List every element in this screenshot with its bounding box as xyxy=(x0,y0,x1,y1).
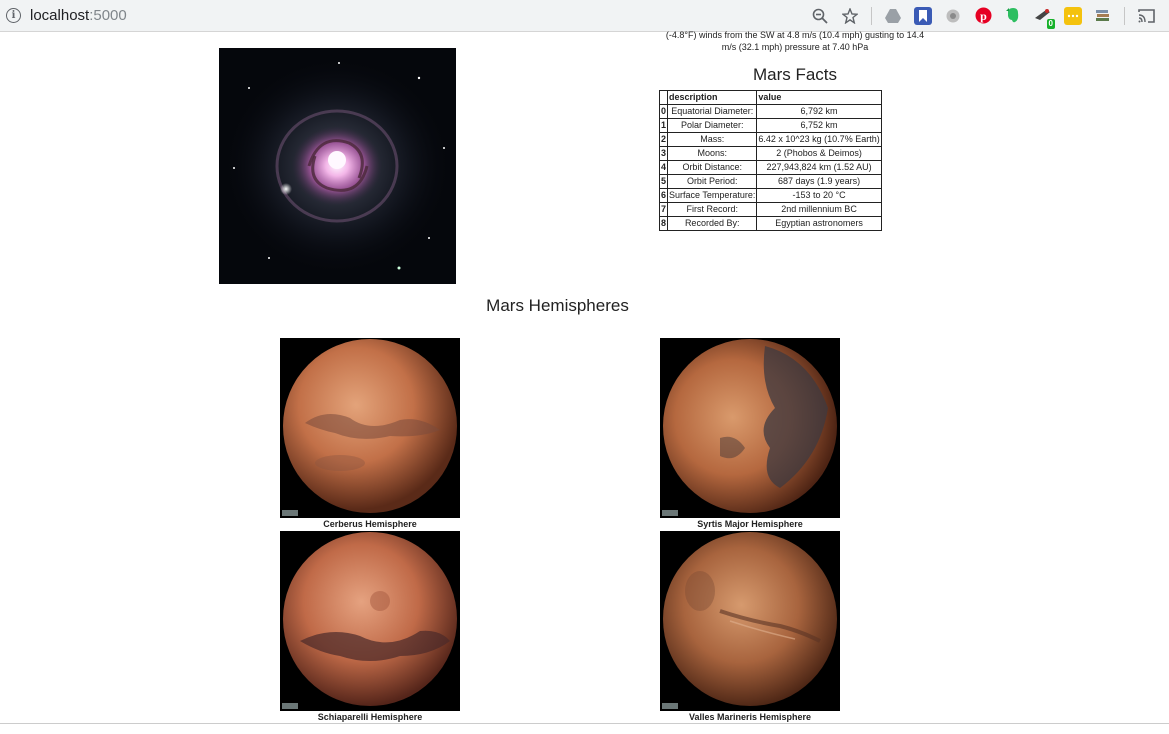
extension-icon[interactable] xyxy=(944,7,962,25)
row-value: -153 to 20 °C xyxy=(756,188,882,203)
mars-globe-image xyxy=(660,338,840,518)
table-row: 0 Equatorial Diameter: 6,792 km xyxy=(658,104,882,119)
mars-globe-image xyxy=(280,531,460,711)
mars-globe-image xyxy=(280,338,460,518)
table-header-index xyxy=(658,90,669,105)
hemisphere-image-valles-marineris[interactable] xyxy=(660,531,840,711)
toolbar-icons: p 0 xyxy=(805,0,1169,31)
row-index: 4 xyxy=(658,160,669,175)
table-row: 5 Orbit Period: 687 days (1.9 years) xyxy=(658,174,882,189)
hemisphere-caption[interactable]: Schiaparelli Hemisphere xyxy=(260,712,480,722)
extension-icon[interactable] xyxy=(1064,6,1082,25)
hemisphere-caption[interactable]: Valles Marineris Hemisphere xyxy=(640,712,860,722)
svg-text:p: p xyxy=(980,9,987,23)
url-host: localhost xyxy=(30,7,90,24)
row-value: Egyptian astronomers xyxy=(756,216,882,231)
mars-weather: (-4.8°F) winds from the SW at 4.8 m/s (1… xyxy=(640,29,950,53)
hemispheres-title: Mars Hemispheres xyxy=(486,296,629,315)
row-index: 1 xyxy=(658,118,669,133)
facts-title: Mars Facts xyxy=(752,65,838,84)
evernote-icon[interactable] xyxy=(1004,7,1022,25)
hemisphere-caption[interactable]: Syrtis Major Hemisphere xyxy=(640,519,860,529)
row-description: Equatorial Diameter: xyxy=(667,104,758,119)
address-bar[interactable]: i localhost:5000 xyxy=(6,0,127,31)
drive-icon[interactable] xyxy=(884,7,902,25)
hemisphere-image-cerberus[interactable] xyxy=(280,338,460,518)
table-row: 7 First Record: 2nd millennium BC xyxy=(658,202,882,217)
hemisphere-caption[interactable]: Cerberus Hemisphere xyxy=(260,519,480,529)
row-value: 2 (Phobos & Deimos) xyxy=(756,146,882,161)
pinterest-icon[interactable]: p xyxy=(974,7,992,25)
row-description: Polar Diameter: xyxy=(667,118,758,133)
mars-globe-image xyxy=(660,531,840,711)
row-value: 6.42 x 10^23 kg (10.7% Earth) xyxy=(756,132,882,147)
row-description: Mass: xyxy=(667,132,758,147)
table-header-value: value xyxy=(756,90,882,105)
facts-table: description value 0 Equatorial Diameter: 6… xyxy=(658,90,882,231)
row-index: 5 xyxy=(658,174,669,189)
toolbar-separator xyxy=(1124,6,1125,25)
row-description: Orbit Distance: xyxy=(667,160,758,175)
cast-icon[interactable] xyxy=(1137,7,1155,25)
bookmarks-icon[interactable] xyxy=(914,6,932,25)
url-port: :5000 xyxy=(89,7,127,24)
row-value: 2nd millennium BC xyxy=(756,202,882,217)
hemisphere-image-syrtis-major[interactable] xyxy=(660,338,840,518)
weather-line-1: (-4.8°F) winds from the SW at 4.8 m/s (1… xyxy=(665,30,925,40)
row-value: 6,752 km xyxy=(756,118,882,133)
featured-image[interactable] xyxy=(219,48,456,284)
browser-toolbar: i localhost:5000 p 0 xyxy=(0,0,1169,32)
row-index: 8 xyxy=(658,216,669,231)
table-row: 6 Surface Temperature: -153 to 20 °C xyxy=(658,188,882,203)
row-description: Moons: xyxy=(667,146,758,161)
row-description: First Record: xyxy=(667,202,758,217)
zoom-icon[interactable] xyxy=(811,7,829,25)
extension-badge-icon[interactable]: 0 xyxy=(1034,7,1055,29)
status-bar xyxy=(0,723,1169,734)
weather-line-2: m/s (32.1 mph) pressure at 7.40 hPa xyxy=(721,42,869,52)
row-index: 6 xyxy=(658,188,669,203)
table-row: 1 Polar Diameter: 6,752 km xyxy=(658,118,882,133)
table-row: 8 Recorded By: Egyptian astronomers xyxy=(658,216,882,231)
row-value: 227,943,824 km (1.52 AU) xyxy=(756,160,882,175)
info-icon[interactable]: i xyxy=(6,8,21,23)
row-description: Orbit Period: xyxy=(667,174,758,189)
row-description: Surface Temperature: xyxy=(667,188,758,203)
row-index: 2 xyxy=(658,132,669,147)
galaxy-image xyxy=(219,48,456,284)
toolbar-separator xyxy=(871,6,872,25)
row-index: 7 xyxy=(658,202,669,217)
row-index: 0 xyxy=(658,104,669,119)
badge-count: 0 xyxy=(1046,18,1055,29)
bookmark-star-icon[interactable] xyxy=(841,7,859,25)
table-row: 2 Mass: 6.42 x 10^23 kg (10.7% Earth) xyxy=(658,132,882,147)
row-description: Recorded By: xyxy=(667,216,758,231)
table-header-description: description xyxy=(667,90,758,105)
table-header-row: description value xyxy=(658,90,882,105)
row-value: 687 days (1.9 years) xyxy=(756,174,882,189)
extension-icon[interactable] xyxy=(1094,7,1112,25)
table-row: 4 Orbit Distance: 227,943,824 km (1.52 AU) xyxy=(658,160,882,175)
hemisphere-image-schiaparelli[interactable] xyxy=(280,531,460,711)
row-value: 6,792 km xyxy=(756,104,882,119)
table-row: 3 Moons: 2 (Phobos & Deimos) xyxy=(658,146,882,161)
row-index: 3 xyxy=(658,146,669,161)
